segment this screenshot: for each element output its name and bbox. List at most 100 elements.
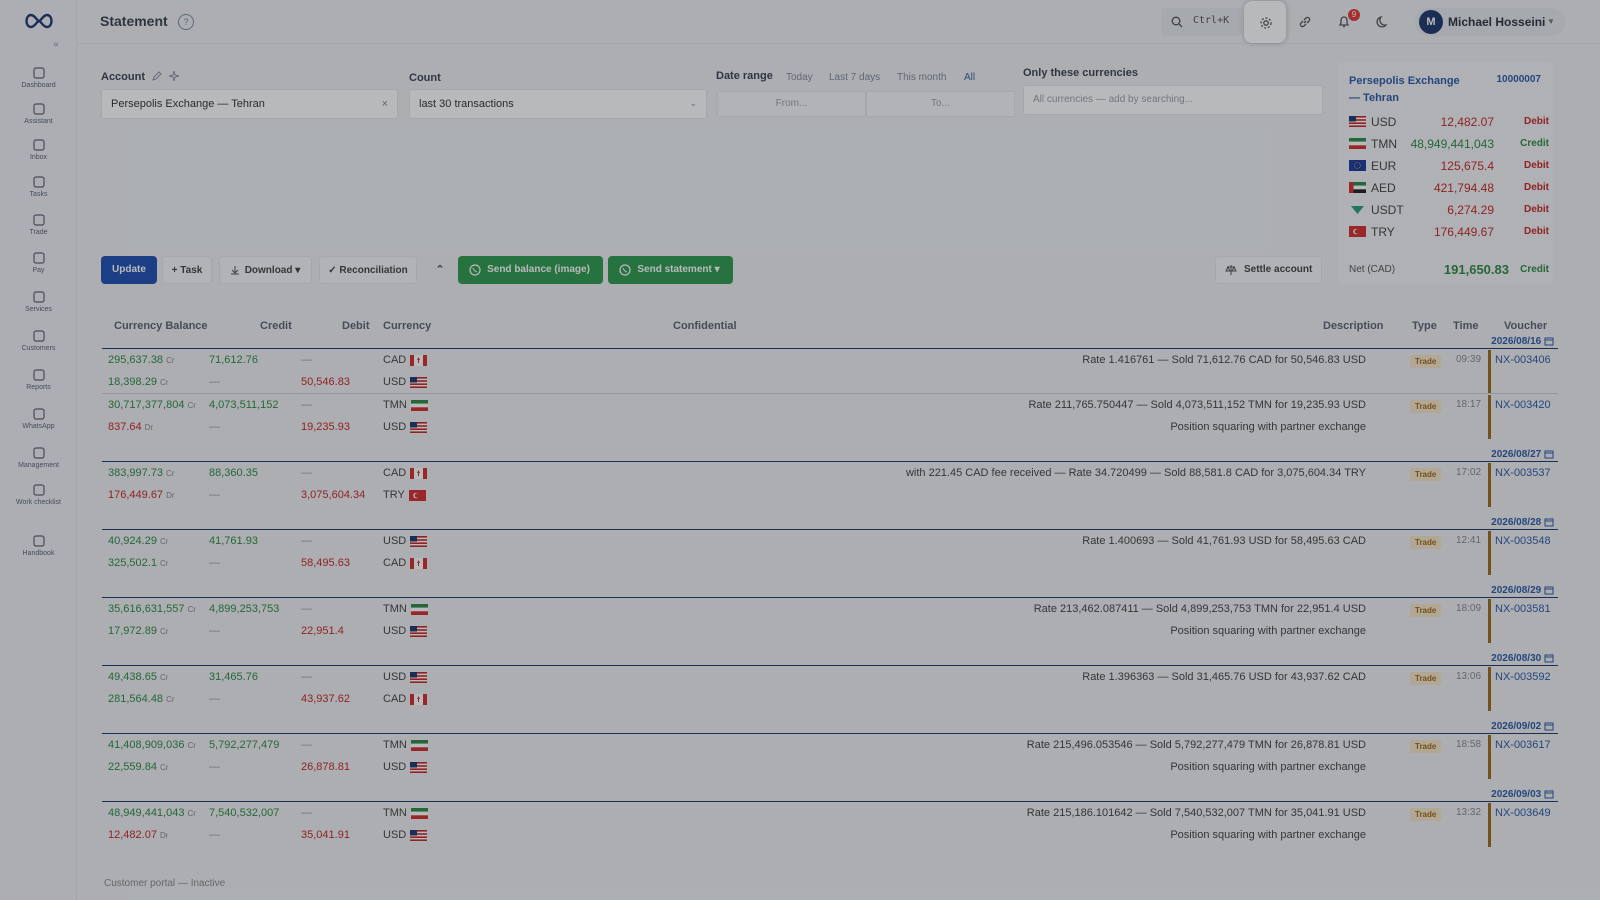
flag-tmn-icon xyxy=(410,603,428,615)
logo-icon[interactable] xyxy=(22,12,56,30)
calendar-icon[interactable] xyxy=(1544,585,1554,595)
type-badge: Trade xyxy=(1410,355,1442,368)
voucher-link[interactable]: NX-003592 xyxy=(1495,671,1551,683)
table-row[interactable]: 18,398.29 Cr — 50,546.83 USD xyxy=(102,372,1558,394)
credit-cell: — xyxy=(209,376,220,388)
table-row[interactable]: 17,972.89 Cr — 22,951.4 USD Position squaring… xyxy=(102,621,1558,643)
reconciliation-button[interactable]: ✓ Reconciliation xyxy=(319,256,417,284)
voucher-link[interactable]: NX-003420 xyxy=(1495,399,1551,411)
table-row[interactable]: 49,438.65 Cr 31,465.76 — USD Rate 1.396363 — … xyxy=(102,667,1558,689)
calendar-icon[interactable] xyxy=(1544,721,1554,731)
sidebar-item-services[interactable]: Services xyxy=(0,290,77,324)
balance-account-name[interactable]: Persepolis Exchange — Tehran xyxy=(1349,73,1469,107)
table-row[interactable]: 281,564.48 Cr — 43,937.62 CAD xyxy=(102,689,1558,711)
sidebar-item-reports[interactable]: Reports xyxy=(0,368,77,402)
col-voucher: Voucher xyxy=(1504,320,1548,332)
table-row[interactable]: 176,449.67 Dr — 3,075,604.34 TRY xyxy=(102,485,1558,507)
time-cell: 13:06 xyxy=(1456,671,1482,682)
table-row[interactable]: 383,997.73 Cr 88,360.35 — CAD with 221.45 CAD… xyxy=(102,463,1558,485)
debit-cell: 35,041.91 xyxy=(301,829,350,841)
sidebar-item-management[interactable]: Management xyxy=(0,446,77,480)
sidebar-item-inbox[interactable]: Inbox xyxy=(0,138,77,172)
table-row[interactable]: 30,717,377,804 Cr 4,073,511,152 — TMN Rate 21… xyxy=(102,395,1558,417)
voucher-link[interactable]: NX-003581 xyxy=(1495,603,1551,615)
count-select[interactable]: last 30 transactions ⌄ xyxy=(409,89,707,119)
currency-cell: CAD xyxy=(383,557,428,569)
voucher-link[interactable]: NX-003406 xyxy=(1495,354,1551,366)
settings-button[interactable] xyxy=(1244,1,1286,43)
date-option-all[interactable]: All xyxy=(964,72,975,83)
sidebar-item-customers[interactable]: Customers xyxy=(0,329,77,363)
calendar-icon[interactable] xyxy=(1544,653,1554,663)
account-select[interactable]: Persepolis Exchange — Tehran × xyxy=(101,89,398,119)
collapse-sidebar-icon[interactable]: « xyxy=(49,38,63,52)
sidebar-item-label: Handbook xyxy=(22,550,55,557)
sidebar-item-work-checklist[interactable]: Work checklist xyxy=(0,483,77,517)
currencies-input[interactable]: All currencies — add by searching... xyxy=(1023,85,1323,115)
balance-row: USDT 6,274.29 Debit xyxy=(1349,201,1549,219)
debit-cell: — xyxy=(301,671,312,683)
date-option-last-7-days[interactable]: Last 7 days xyxy=(829,72,880,83)
table-row[interactable]: 22,559.84 Cr — 26,878.81 USD Position squarin… xyxy=(102,757,1558,779)
balance-side: Cr xyxy=(187,809,196,818)
calendar-icon[interactable] xyxy=(1544,336,1554,346)
sidebar-item-whatsapp[interactable]: WhatsApp xyxy=(0,407,77,441)
user-menu[interactable]: M Michael Hosseini ▼ xyxy=(1415,8,1565,36)
balance-row: USD 12,482.07 Debit xyxy=(1349,113,1549,131)
sidebar-item-pay[interactable]: Pay xyxy=(0,251,77,285)
credit-cell: — xyxy=(209,557,220,569)
calendar-icon[interactable] xyxy=(1544,789,1554,799)
calendar-icon[interactable] xyxy=(1544,517,1554,527)
voucher-link[interactable]: NX-003548 xyxy=(1495,535,1551,547)
sidebar-item-trade[interactable]: Trade xyxy=(0,213,77,247)
calendar-icon[interactable] xyxy=(1544,449,1554,459)
help-icon[interactable]: ? xyxy=(178,14,194,30)
currency-balance: 30,717,377,804 Cr xyxy=(108,399,196,411)
theme-toggle-button[interactable] xyxy=(1369,8,1397,36)
voucher-link[interactable]: NX-003537 xyxy=(1495,467,1551,479)
collapse-filters-icon[interactable]: ⌃ xyxy=(425,256,455,284)
link-button[interactable] xyxy=(1291,8,1319,36)
search-button[interactable]: Ctrl+K xyxy=(1161,8,1241,36)
table-row[interactable]: 12,482.07 Dr — 35,041.91 USD Position squarin… xyxy=(102,825,1558,847)
sidebar-item-label: Tasks xyxy=(29,191,48,198)
update-button[interactable]: Update xyxy=(101,256,157,284)
sparkle-icon[interactable] xyxy=(168,70,180,82)
currency-code: TMN xyxy=(383,399,407,411)
table-row[interactable]: 40,924.29 Cr 41,761.93 — USD Rate 1.400693 — … xyxy=(102,531,1558,553)
date-separator: 2026/08/29 xyxy=(1491,581,1558,601)
date-to-input[interactable]: To... xyxy=(866,91,1015,117)
table-row[interactable]: 41,408,909,036 Cr 5,792,277,479 — TMN Rate 21… xyxy=(102,735,1558,757)
currency-code: TMN xyxy=(383,807,407,819)
customer-portal-status[interactable]: Customer portal — Inactive xyxy=(104,878,225,889)
table-row[interactable]: 35,616,631,557 Cr 4,899,253,753 — TMN Rate 21… xyxy=(102,599,1558,621)
sidebar-item-assistant[interactable]: Assistant xyxy=(0,102,77,136)
table-row[interactable]: 325,502.1 Cr — 58,495.63 CAD xyxy=(102,553,1558,575)
clear-icon[interactable]: × xyxy=(382,98,388,110)
flag-usd-icon xyxy=(1349,116,1366,127)
add-task-button[interactable]: + Task xyxy=(162,256,212,284)
date-option-today[interactable]: Today xyxy=(786,72,813,83)
book-icon xyxy=(32,535,45,547)
sidebar-item-handbook[interactable]: Handbook xyxy=(0,534,77,568)
date-option-this-month[interactable]: This month xyxy=(897,72,946,83)
table-row[interactable]: 295,637.38 Cr 71,612.76 — CAD Rate 1.416761 —… xyxy=(102,350,1558,372)
table-row[interactable]: 837.64 Dr — 19,235.93 USD Position squaring w… xyxy=(102,417,1558,439)
voucher-link[interactable]: NX-003649 xyxy=(1495,807,1551,819)
flag-usd-icon xyxy=(410,421,428,433)
sparkle-icon xyxy=(32,103,45,115)
currency-balance: 40,924.29 Cr xyxy=(108,535,168,547)
balance-side: Cr xyxy=(159,378,169,387)
description-cell: Position squaring with partner exchange xyxy=(1170,421,1366,433)
description-cell: Position squaring with partner exchange xyxy=(1170,625,1366,637)
date-from-input[interactable]: From... xyxy=(717,91,866,117)
sidebar-item-dashboard[interactable]: Dashboard xyxy=(0,66,77,100)
edit-icon[interactable] xyxy=(151,70,163,82)
wallet-icon xyxy=(32,252,45,264)
description-cell: Rate 1.416761 — Sold 71,612.76 CAD for 5… xyxy=(1082,354,1366,366)
time-cell: 12:41 xyxy=(1456,535,1482,546)
table-row[interactable]: 48,949,441,043 Cr 7,540,532,007 — TMN Rate 21… xyxy=(102,803,1558,825)
sidebar-item-tasks[interactable]: Tasks xyxy=(0,175,77,209)
credit-cell: — xyxy=(209,625,220,637)
voucher-link[interactable]: NX-003617 xyxy=(1495,739,1551,751)
